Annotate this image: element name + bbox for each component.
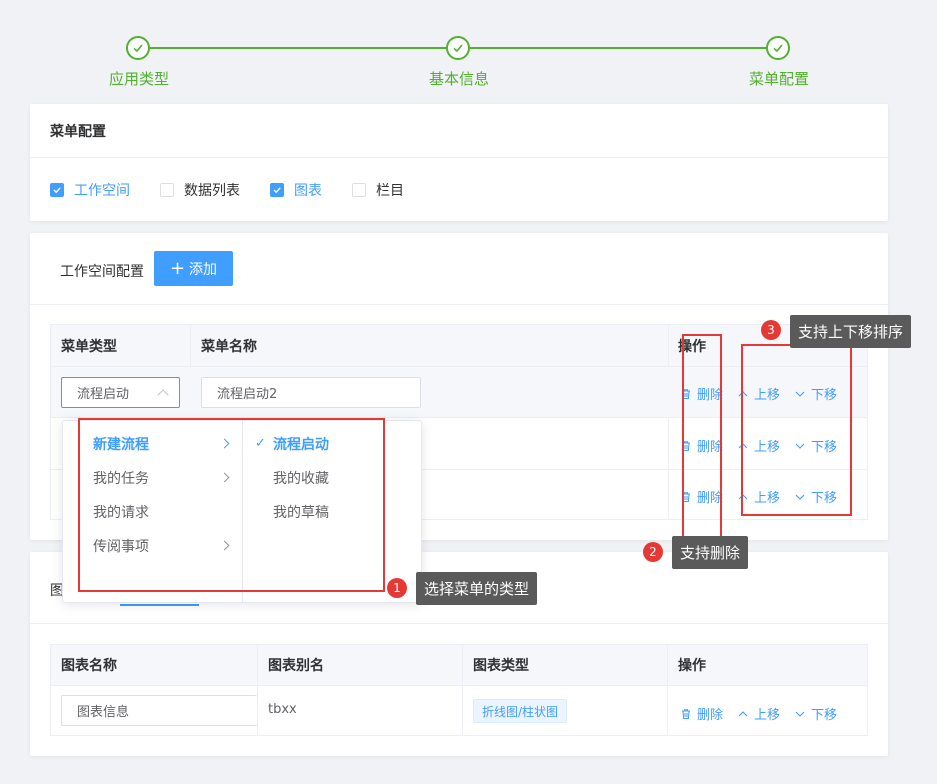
step-label-menu-config: 菜单配置 [748, 70, 810, 88]
add-chart-button[interactable] [120, 604, 199, 606]
move-down-button[interactable]: 下移 [794, 384, 837, 403]
add-button[interactable]: + 添加 [154, 251, 233, 286]
move-down-button[interactable]: 下移 [794, 487, 837, 506]
col-ops: 操作 [678, 658, 706, 674]
table-row: 流程启动 流程启动2 删除 上移 下移 [51, 367, 867, 418]
menu-name-input[interactable]: 流程启动2 [201, 377, 421, 408]
move-up-button[interactable]: 上移 [737, 487, 780, 506]
row-ops: 删除 上移 下移 [680, 704, 851, 723]
delete-button[interactable]: 删除 [680, 436, 723, 455]
table-header: 菜单类型 菜单名称 操作 [51, 325, 867, 367]
cascader-level-2: ✓ 流程启动 我的收藏 我的草稿 [243, 421, 423, 602]
menu-config-title: 菜单配置 [30, 104, 888, 158]
annotation-badge-3: 3 [761, 320, 781, 340]
chevron-down-icon [795, 391, 805, 397]
move-up-button[interactable]: 上移 [737, 436, 780, 455]
delete-button[interactable]: 删除 [680, 704, 723, 723]
checkbox-column[interactable]: 栏目 [352, 180, 404, 200]
col-menu-name: 菜单名称 [201, 338, 257, 355]
row-ops: 删除 上移 下移 [680, 436, 851, 455]
annotation-tip-1: 选择菜单的类型 [416, 572, 538, 605]
chevron-down-icon [795, 443, 805, 449]
checkbox-label: 栏目 [376, 183, 404, 199]
step-check-icon [446, 36, 470, 60]
menu-type-cascader: 新建流程 我的任务 我的请求 传阅事项 ✓ 流程启动 我的收藏 我的草稿 [62, 420, 422, 603]
steps-bar: 应用类型 基本信息 菜单配置 [0, 0, 937, 100]
cascader-level-1: 新建流程 我的任务 我的请求 传阅事项 [63, 421, 243, 602]
menu-config-card: 菜单配置 工作空间 数据列表 图表 栏目 [30, 104, 888, 221]
trash-icon [682, 440, 690, 451]
select-value: 流程启动 [77, 387, 130, 402]
chart-table: 图表名称 图表别名 图表类型 操作 图表信息 tbxx 折线图/柱状图 删除 上… [50, 644, 868, 736]
chart-alias: tbxx [268, 702, 297, 717]
checkbox-unchecked-icon [352, 183, 366, 197]
chart-type-tag: 折线图/柱状图 [473, 699, 568, 723]
step-connector [470, 47, 767, 49]
chevron-right-icon [219, 472, 230, 483]
step-label-app-type: 应用类型 [108, 70, 170, 88]
chart-name-input[interactable]: 图表信息 [61, 695, 257, 726]
checkbox-unchecked-icon [160, 183, 174, 197]
trash-icon [682, 388, 690, 399]
cascader-item-new-process[interactable]: 新建流程 [63, 427, 242, 461]
step-connector [150, 47, 447, 49]
trash-icon [682, 708, 690, 719]
checkbox-chart[interactable]: 图表 [270, 180, 322, 200]
chevron-up-icon [738, 390, 748, 396]
row-ops: 删除 上移 下移 [680, 487, 851, 506]
chevron-up-icon [157, 389, 169, 401]
chevron-up-icon [738, 710, 748, 716]
delete-button[interactable]: 删除 [680, 487, 723, 506]
chevron-up-icon [738, 442, 748, 448]
chevron-down-icon [795, 494, 805, 500]
plus-icon: + [169, 257, 186, 279]
checkbox-label: 数据列表 [184, 183, 240, 199]
step-label-basic-info: 基本信息 [428, 70, 490, 88]
checkbox-label: 工作空间 [74, 183, 130, 199]
input-value: 图表信息 [77, 705, 130, 720]
col-menu-type: 菜单类型 [61, 338, 117, 355]
chevron-right-icon [219, 540, 230, 551]
table-header: 图表名称 图表别名 图表类型 操作 [51, 645, 867, 686]
annotation-tip-2: 支持删除 [672, 536, 749, 569]
annotation-badge-1: 1 [387, 578, 407, 598]
step-check-icon [766, 36, 790, 60]
move-up-button[interactable]: 上移 [737, 384, 780, 403]
col-chart-alias: 图表别名 [268, 658, 324, 674]
delete-button[interactable]: 删除 [680, 384, 723, 403]
menu-type-select[interactable]: 流程启动 [61, 377, 180, 408]
cascader-item-my-tasks[interactable]: 我的任务 [63, 461, 242, 495]
workspace-config-title: 工作空间配置 [60, 264, 144, 280]
annotation-tip-3: 支持上下移排序 [790, 315, 912, 348]
table-row: 图表信息 tbxx 折线图/柱状图 删除 上移 下移 [51, 686, 867, 736]
chevron-up-icon [738, 493, 748, 499]
move-up-button[interactable]: 上移 [737, 704, 780, 723]
check-icon: ✓ [255, 436, 266, 451]
chevron-right-icon [219, 438, 230, 449]
cascader-item-drafts[interactable]: 我的草稿 [243, 495, 423, 529]
cascader-item-circulated[interactable]: 传阅事项 [63, 529, 242, 563]
col-chart-type: 图表类型 [473, 658, 529, 674]
trash-icon [682, 491, 690, 502]
chevron-down-icon [795, 711, 805, 717]
add-button-label: 添加 [189, 261, 218, 278]
checkbox-checked-icon [50, 183, 64, 197]
step-check-icon [126, 36, 150, 60]
annotation-badge-2: 2 [643, 542, 663, 562]
move-down-button[interactable]: 下移 [794, 436, 837, 455]
col-chart-name: 图表名称 [61, 658, 117, 674]
cascader-item-process-start[interactable]: ✓ 流程启动 [243, 427, 423, 461]
checkbox-data-list[interactable]: 数据列表 [160, 180, 240, 200]
checkbox-checked-icon [270, 183, 284, 197]
checkbox-workspace[interactable]: 工作空间 [50, 180, 130, 200]
cascader-item-favorites[interactable]: 我的收藏 [243, 461, 423, 495]
checkbox-label: 图表 [294, 183, 322, 199]
move-down-button[interactable]: 下移 [794, 704, 837, 723]
input-value: 流程启动2 [217, 387, 278, 402]
row-ops: 删除 上移 下移 [680, 384, 851, 403]
col-ops: 操作 [678, 338, 706, 355]
cascader-item-my-requests[interactable]: 我的请求 [63, 495, 242, 529]
